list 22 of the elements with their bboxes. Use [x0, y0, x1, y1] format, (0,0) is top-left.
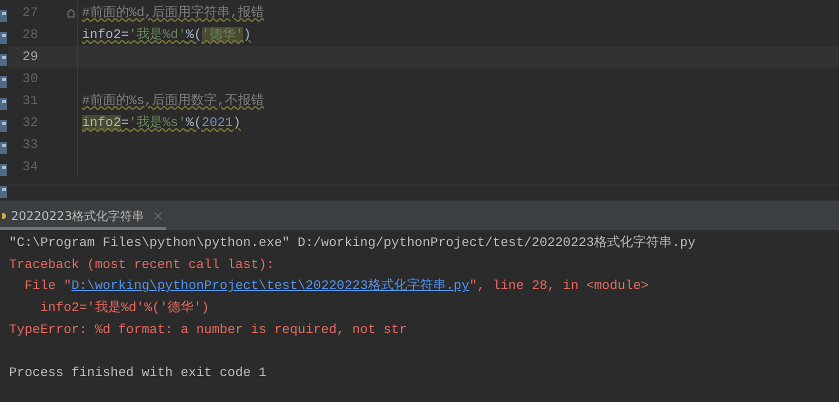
code-line: #前面的%s,后面用数字,不报错 — [81, 92, 264, 110]
console-line: "C:\Program Files\python\python.exe" D:/working/pythonProject/test/20220223格式化字符串.py — [9, 234, 696, 252]
close-icon[interactable] — [152, 210, 164, 222]
console-line: Process finished with exit code 1 — [9, 364, 266, 382]
line-number: 28 — [21, 26, 38, 44]
console-line: File "D:\working\pythonProject\test\20220223格式化字符串.py", line 28, in <module> — [24, 277, 649, 296]
console-line: info2='我是%d'%('德华') — [39, 299, 210, 318]
code-line: info2='我是%d'%('德华') — [81, 26, 252, 44]
line-number: 32 — [21, 114, 38, 132]
line-number: 33 — [21, 136, 38, 154]
console-line: Traceback (most recent call last): — [9, 256, 274, 274]
code-line: #前面的%d,后面用字符串,报错 — [81, 4, 264, 22]
fold-icon[interactable] — [67, 8, 75, 18]
line-number: 30 — [21, 70, 38, 88]
line-number: 27 — [21, 4, 38, 22]
tab-label: 20220223格式化字符串 — [11, 208, 144, 224]
line-number: 31 — [21, 92, 38, 110]
console-line: TypeError: %d format: a number is required, not str — [9, 320, 407, 339]
code-line: info2='我是%s'%(2021) — [81, 114, 241, 132]
line-number: 29 — [21, 48, 38, 66]
file-link[interactable]: D:\working\pythonProject\test\20220223格式化字符串.py — [71, 278, 470, 294]
line-number: 34 — [21, 158, 38, 176]
